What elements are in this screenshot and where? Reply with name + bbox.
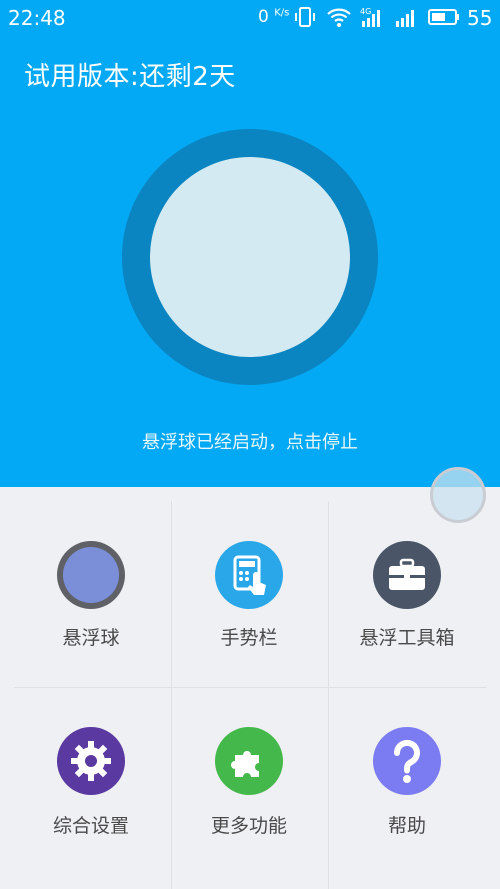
menu-item-label: 综合设置 [52,815,129,837]
menu-item-toolbox[interactable]: 悬浮工具箱 [324,501,490,689]
menu-item-help[interactable]: 帮助 [324,689,490,877]
menu-item-settings[interactable]: 综合设置 [8,689,174,877]
settings-icon [57,727,125,795]
puzzle-icon [215,727,283,795]
toolbox-icon [373,541,441,609]
gesture-bar-icon [215,541,283,609]
battery-level: 55 [467,6,493,30]
net-speed-unit: K/s [274,7,290,19]
hero-panel: 22:48 0 K/s 4G 55 试用版本:还剩2天 悬浮球已经启动，点击停止 [0,0,500,487]
toggle-inner-circle [150,157,350,357]
menu-item-label: 悬浮球 [62,627,120,649]
menu-item-label: 手势栏 [220,627,278,649]
menu-item-label: 帮助 [387,815,426,837]
trial-notice: 试用版本:还剩2天 [24,62,236,92]
status-time: 22:48 [8,6,66,30]
net-speed: 0 K/s [258,7,289,27]
menu-item-label: 更多功能 [210,815,287,837]
signal-type-label: 4G [360,7,371,16]
floating-ball-icon [57,541,125,609]
menu-item-more[interactable]: 更多功能 [166,689,332,877]
vibrate-icon [295,7,315,27]
menu-item-floating-ball[interactable]: 悬浮球 [8,501,174,689]
status-text[interactable]: 悬浮球已经启动，点击停止 [0,428,500,454]
status-bar: 22:48 0 K/s 4G 55 [0,0,500,36]
menu-item-gesture-bar[interactable]: 手势栏 [166,501,332,689]
signal-icon [396,10,414,27]
wifi-icon [327,8,351,27]
battery-icon [428,9,459,25]
floating-ball-toggle[interactable] [122,129,378,385]
signal-4g-icon: 4G [360,7,380,27]
menu-item-label: 悬浮工具箱 [359,627,455,649]
feature-grid: 悬浮球 手势栏 悬浮工具箱 综合设置 更多功能 帮助 [0,487,500,889]
help-icon [373,727,441,795]
net-speed-value: 0 [258,7,269,27]
